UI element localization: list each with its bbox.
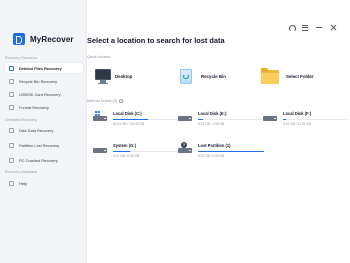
sidebar-section-title: Recovery Assistants [5, 170, 38, 174]
drive-usage-bar [198, 119, 264, 121]
sidebar-item-label: PC Crashed Recovery [19, 157, 58, 163]
format-icon [9, 104, 14, 110]
drive-usage-fill [198, 119, 203, 121]
sidebar-item-usb-sd-card-recovery[interactable]: USB/SD Card Recovery [5, 89, 83, 99]
sidebar-item-pc-crashed-recovery[interactable]: PC Crashed Recovery [5, 155, 83, 165]
app-window: MyRecover Recovery Scenarios Deleted Fil… [0, 0, 350, 263]
drive-card-c[interactable]: Local Disk (C:) 63.24 GB / 119.45 GB [93, 111, 179, 126]
sidebar-item-label: Partition Lost Recovery [19, 142, 60, 148]
quick-access-label-text: Desktop [115, 73, 133, 79]
drive-usage-fill [113, 151, 130, 153]
sidebar-item-partition-lost-recovery[interactable]: Partition Lost Recovery [5, 140, 83, 150]
sidebar-item-deleted-files-recovery[interactable]: Deleted Files Recovery [5, 63, 83, 73]
deleted-files-icon [9, 65, 14, 71]
folder-icon [260, 66, 280, 86]
app-logo-icon [13, 33, 25, 45]
sidebar-section-title: Unrelated Recovery [5, 118, 37, 122]
hard-drive-icon [263, 111, 277, 123]
drive-name: Local Disk (F:) [283, 111, 312, 116]
app-name: MyRecover [30, 34, 74, 44]
sidebar-item-label: Format Recovery [19, 104, 49, 110]
minimize-icon[interactable] [316, 24, 322, 30]
sidebar: MyRecover Recovery Scenarios Deleted Fil… [0, 0, 87, 263]
drive-usage-fill [198, 151, 264, 153]
sidebar-item-label: Disk Data Recovery [19, 127, 54, 133]
drive-usage-fill [113, 119, 148, 121]
hard-drive-icon [178, 111, 192, 123]
drive-name: Lost Partition (1) [198, 143, 231, 148]
drive-size: 0.02 GB / 0.00 GB [198, 154, 225, 159]
drive-card-lost-partition[interactable]: ? Lost Partition (1) 0.02 GB / 0.00 GB [178, 142, 264, 159]
drive-usage-bar [113, 119, 179, 121]
usb-icon [9, 91, 14, 97]
sidebar-section-title: Recovery Scenarios [5, 56, 38, 60]
drive-size: 0.12 GB / 31.25 GB [283, 122, 311, 127]
drive-name: System (G:) [113, 143, 136, 148]
quick-access-select-folder[interactable]: Select Folder [260, 64, 314, 88]
drive-usage-bar [283, 119, 347, 121]
sidebar-item-label: Deleted Files Recovery [19, 65, 62, 71]
drive-usage-fill [283, 119, 286, 121]
pc-crashed-icon [9, 157, 14, 163]
drive-size: 0.12 GB / 0.49 GB [113, 154, 140, 159]
sidebar-item-recycle-bin-recovery[interactable]: Recycle Bin Recovery [5, 76, 83, 86]
internal-drives-label-text: Internal Drives (5) [87, 99, 118, 103]
page-title: Select a location to search for lost dat… [87, 36, 225, 45]
recycle-bin-icon [176, 66, 196, 86]
lost-partition-icon: ? [178, 142, 192, 155]
quick-access-recycle-bin[interactable]: Recycle Bin [176, 64, 226, 88]
help-icon [9, 180, 14, 186]
drive-card-e[interactable]: Local Disk (E:) 0.13 GB / 1.95 GB [178, 111, 264, 126]
disk-icon [9, 127, 14, 133]
drive-card-f[interactable]: Local Disk (F:) 0.12 GB / 31.25 GB [263, 111, 347, 126]
partition-icon [9, 142, 14, 148]
quick-access-desktop[interactable]: Desktop [93, 64, 132, 88]
sidebar-item-help[interactable]: Help [5, 178, 83, 188]
quick-access-label: Quick Access [87, 55, 110, 59]
system-drive-icon [93, 111, 107, 123]
sidebar-item-label: Recycle Bin Recovery [19, 78, 58, 84]
window-controls [288, 24, 336, 32]
quick-access-label-text: Select Folder [286, 73, 314, 79]
recycle-bin-icon [9, 78, 14, 84]
drive-name: Local Disk (E:) [198, 111, 227, 116]
quick-access-label-text: Recycle Bin [201, 73, 226, 79]
brand: MyRecover [13, 33, 74, 45]
internal-drives-label: Internal Drives (5) [87, 99, 123, 103]
info-icon [119, 99, 123, 103]
sidebar-item-label: USB/SD Card Recovery [19, 91, 61, 97]
support-headset-icon[interactable] [288, 24, 296, 32]
sidebar-item-disk-data-recovery[interactable]: Disk Data Recovery [5, 125, 83, 135]
close-icon[interactable] [330, 24, 336, 30]
drive-usage-bar [198, 151, 264, 153]
sidebar-item-format-recovery[interactable]: Format Recovery [5, 102, 83, 112]
drive-usage-bar [113, 151, 179, 153]
drive-size: 0.13 GB / 1.95 GB [198, 122, 225, 127]
sidebar-item-label: Help [19, 180, 28, 186]
drive-name: Local Disk (C:) [113, 111, 142, 116]
hard-drive-icon [93, 143, 107, 155]
drive-card-g[interactable]: System (G:) 0.12 GB / 0.49 GB [93, 143, 179, 158]
desktop-icon [93, 66, 113, 86]
menu-icon[interactable] [302, 24, 308, 31]
drive-size: 63.24 GB / 119.45 GB [113, 122, 145, 127]
